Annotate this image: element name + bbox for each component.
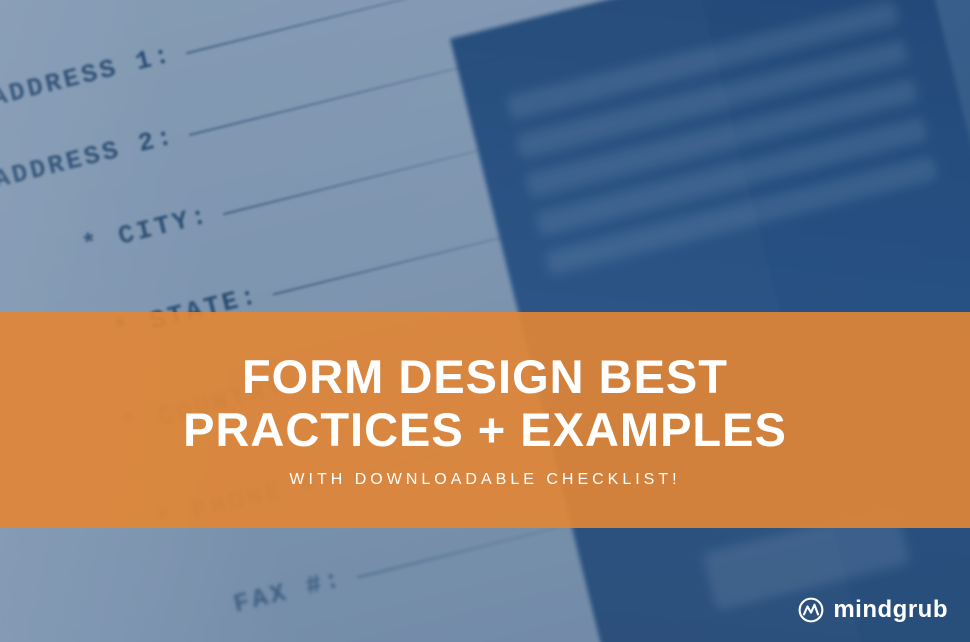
title-line-1: FORM DESIGN BEST	[242, 350, 728, 403]
hero-graphic: * ADDRESS 1: ADDRESS 2: * CITY: * STATE:…	[0, 0, 970, 642]
mindgrub-mark-icon	[797, 596, 825, 624]
banner-subtitle: WITH DOWNLOADABLE CHECKLIST!	[289, 471, 680, 489]
banner-title: FORM DESIGN BEST PRACTICES + EXAMPLES	[183, 351, 787, 456]
brand-logo: mindgrub	[797, 596, 948, 624]
title-line-2: PRACTICES + EXAMPLES	[183, 403, 787, 456]
brand-name: mindgrub	[833, 596, 948, 624]
title-banner: FORM DESIGN BEST PRACTICES + EXAMPLES WI…	[0, 312, 970, 528]
